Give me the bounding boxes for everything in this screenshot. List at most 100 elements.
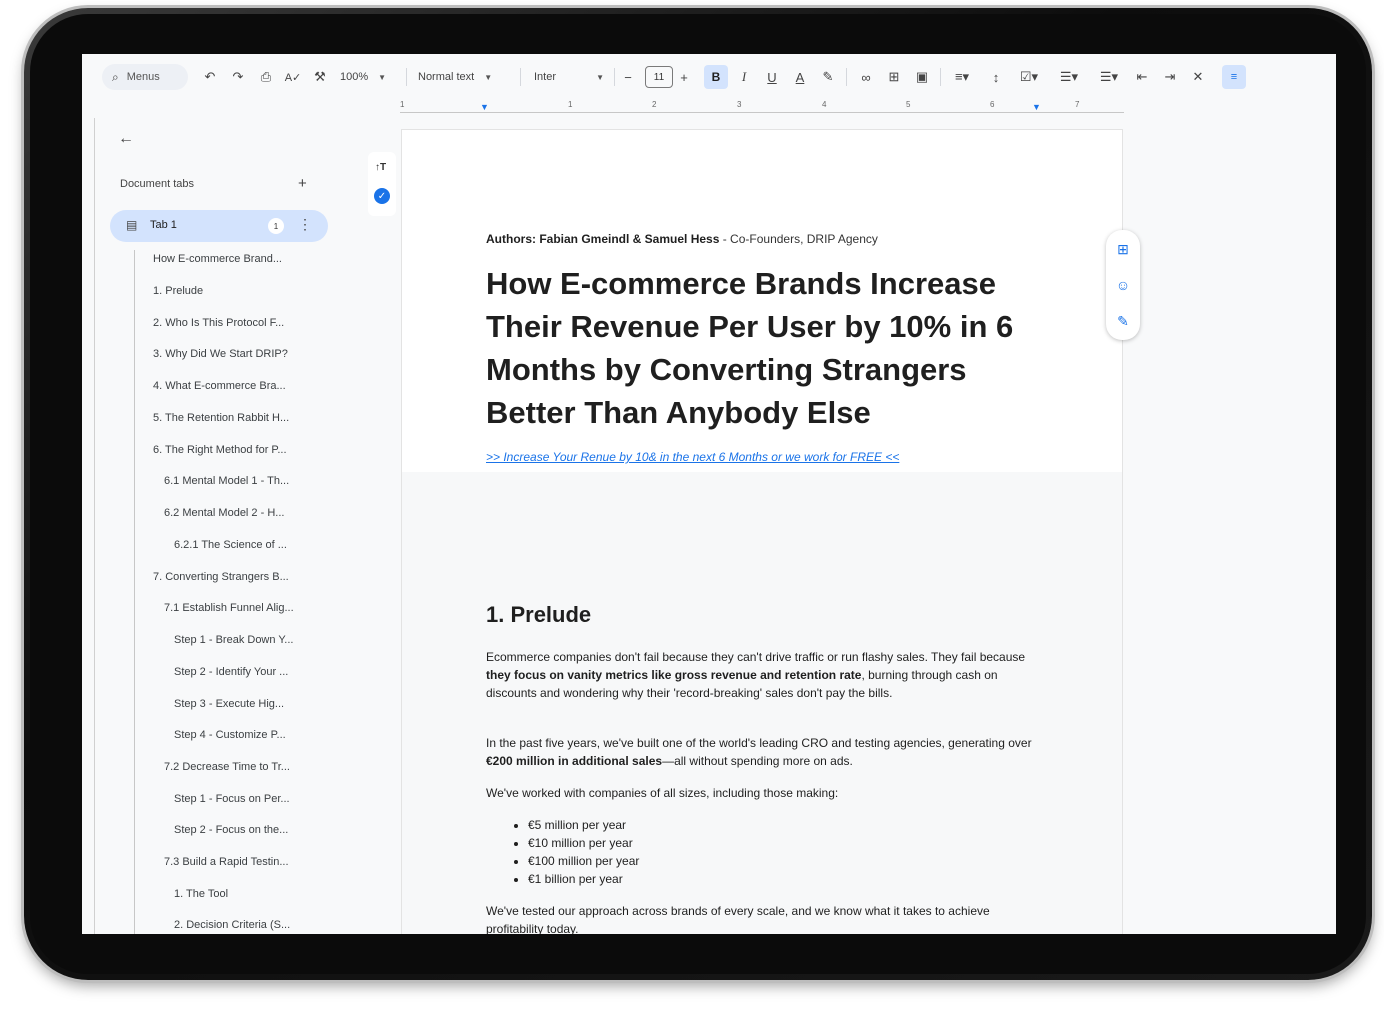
outline-item[interactable]: Step 1 - Break Down Y... [174, 634, 293, 646]
add-comment-icon[interactable]: ⊞ [884, 66, 904, 88]
checklist-icon[interactable]: ☑▾ [1014, 66, 1044, 88]
undo-icon[interactable]: ↶ [200, 66, 220, 88]
bold-button[interactable]: B [704, 65, 728, 89]
redo-icon[interactable]: ↷ [228, 66, 248, 88]
highlight-icon[interactable]: ✎ [818, 66, 838, 88]
italic-button[interactable]: I [734, 66, 754, 88]
paragraph-bold-text: they focus on vanity metrics like gross … [486, 668, 862, 682]
outline-item[interactable]: 3. Why Did We Start DRIP? [153, 348, 288, 360]
ruler-number: 2 [652, 100, 657, 109]
zoom-select[interactable]: 100% ▼ [340, 66, 386, 88]
link-icon[interactable]: ∞ [856, 66, 876, 88]
paint-format-icon[interactable]: ⚒ [310, 66, 330, 88]
outline-item[interactable]: 2. Who Is This Protocol F... [153, 317, 284, 329]
outline-item[interactable]: Step 3 - Execute Hig... [174, 698, 284, 710]
document-page[interactable]: Authors: Fabian Gmeindl & Samuel Hess - … [402, 130, 1122, 934]
ruler-number: 5 [906, 100, 911, 109]
outline-item[interactable]: 4. What E-commerce Bra... [153, 380, 286, 392]
horizontal-ruler[interactable]: 1 ▼ 1 2 3 4 5 6 ▼ 7 [400, 100, 1124, 118]
increase-font-size-icon[interactable]: + [676, 66, 692, 88]
outline-item[interactable]: Step 2 - Identify Your ... [174, 666, 288, 678]
toolbar-divider [406, 68, 407, 86]
tab-item[interactable]: ▤ Tab 1 1 ⋮ [110, 210, 328, 242]
outline-item[interactable]: 6.2 Mental Model 2 - H... [164, 507, 284, 519]
outline-item[interactable]: 7. Converting Strangers B... [153, 571, 289, 583]
add-comment-icon[interactable]: ⊞ [1114, 240, 1132, 258]
right-indent-marker-icon[interactable]: ▼ [1032, 102, 1041, 112]
paragraph-style-select[interactable]: Normal text ▼ [418, 66, 492, 88]
ruler-number: 6 [990, 100, 995, 109]
vertical-ruler [94, 118, 97, 934]
floating-toolbar: ⊞ ☺ ✎ [1106, 230, 1140, 340]
clear-formatting-icon[interactable]: ✕ [1188, 66, 1208, 88]
outline-guide [134, 250, 135, 934]
side-widget: ↑T ✓ [368, 152, 396, 216]
promo-link[interactable]: >> Increase Your Renue by 10& in the nex… [486, 450, 899, 464]
outline-item[interactable]: Step 4 - Customize P... [174, 729, 286, 741]
paragraph-text: In the past five years, we've built one … [486, 736, 1032, 750]
tab-badge: 1 [268, 218, 284, 234]
outline-item[interactable]: 1. Prelude [153, 285, 203, 297]
translate-icon[interactable]: ↑T [375, 162, 386, 173]
insert-image-icon[interactable]: ▣ [912, 66, 932, 88]
back-arrow-icon[interactable]: ← [118, 130, 134, 148]
paragraph-text: —all without spending more on ads. [662, 754, 853, 768]
paragraph: We've worked with companies of all sizes… [486, 786, 839, 800]
suggest-edits-icon[interactable]: ✎ [1114, 312, 1132, 330]
outline-item[interactable]: 6.1 Mental Model 1 - Th... [164, 475, 289, 487]
outline-item[interactable]: Step 1 - Focus on Per... [174, 793, 290, 805]
paragraph: We've tested our approach across brands … [486, 904, 990, 934]
print-icon[interactable]: ⎙ [256, 66, 276, 88]
add-tab-button[interactable]: + [298, 175, 307, 192]
toolbar-divider [846, 68, 847, 86]
indent-marker-icon[interactable]: ▼ [480, 102, 489, 112]
menus-search[interactable]: ⌕ Menus [102, 64, 188, 90]
ruler-number: 3 [737, 100, 742, 109]
toolbar-divider [940, 68, 941, 86]
ruler-number: 1 [400, 100, 405, 109]
search-icon: ⌕ [112, 69, 119, 84]
outline-item[interactable]: Step 2 - Focus on the... [174, 824, 288, 836]
chevron-down-icon: ▼ [378, 72, 387, 82]
document-tabs-heading: Document tabs [120, 178, 194, 190]
spellcheck-icon[interactable]: A✓ [283, 66, 303, 88]
outline-item[interactable]: 7.1 Establish Funnel Alig... [164, 602, 294, 614]
list-item: €100 million per year [528, 852, 639, 870]
font-select[interactable]: Inter ▼ [534, 66, 604, 88]
line-spacing-icon[interactable]: ↕ [986, 66, 1006, 88]
outline-item[interactable]: 6.2.1 The Science of ... [174, 539, 287, 551]
toolbar-divider [614, 68, 615, 86]
font-value: Inter [534, 71, 557, 83]
authors-role: - Co-Founders, DRIP Agency [719, 232, 878, 246]
zoom-value: 100% [340, 71, 369, 83]
outline-item[interactable]: How E-commerce Brand... [153, 253, 282, 265]
outline-item[interactable]: 1. The Tool [174, 888, 228, 900]
outline-item[interactable]: 5. The Retention Rabbit H... [153, 412, 289, 424]
more-options-icon[interactable]: ⋮ [298, 216, 312, 233]
paragraph-text: Ecommerce companies don't fail because t… [486, 650, 1026, 664]
editing-mode-icon[interactable]: ≡ [1222, 65, 1246, 89]
underline-button[interactable]: U [762, 66, 782, 88]
section-heading: 1. Prelude [486, 602, 592, 627]
check-circle-icon[interactable]: ✓ [374, 188, 390, 204]
text-color-icon[interactable]: A [790, 66, 810, 88]
font-size-input[interactable]: 11 [645, 66, 673, 88]
chevron-down-icon: ▼ [484, 72, 493, 82]
outline-item[interactable]: 2. Decision Criteria (S... [174, 919, 290, 931]
bulleted-list-icon[interactable]: ☰▾ [1054, 66, 1084, 88]
bullet-list: €5 million per year €10 million per year… [486, 816, 639, 888]
decrease-font-size-icon[interactable]: − [620, 66, 636, 88]
numbered-list-icon[interactable]: ☰▾ [1094, 66, 1124, 88]
toolbar-divider [520, 68, 521, 86]
docs-screen: ⌕ Menus ↶ ↷ ⎙ A✓ ⚒ 100% ▼ Normal text ▼ … [82, 54, 1336, 934]
list-item: €10 million per year [528, 834, 639, 852]
increase-indent-icon[interactable]: ⇥ [1160, 66, 1180, 88]
list-item: €5 million per year [528, 816, 639, 834]
outline-item[interactable]: 7.2 Decrease Time to Tr... [164, 761, 290, 773]
decrease-indent-icon[interactable]: ⇤ [1132, 66, 1152, 88]
outline-item[interactable]: 6. The Right Method for P... [153, 444, 287, 456]
align-icon[interactable]: ≡▾ [948, 66, 976, 88]
emoji-reaction-icon[interactable]: ☺ [1114, 276, 1132, 294]
outline-item[interactable]: 7.3 Build a Rapid Testin... [164, 856, 289, 868]
ruler-line [400, 112, 1124, 113]
